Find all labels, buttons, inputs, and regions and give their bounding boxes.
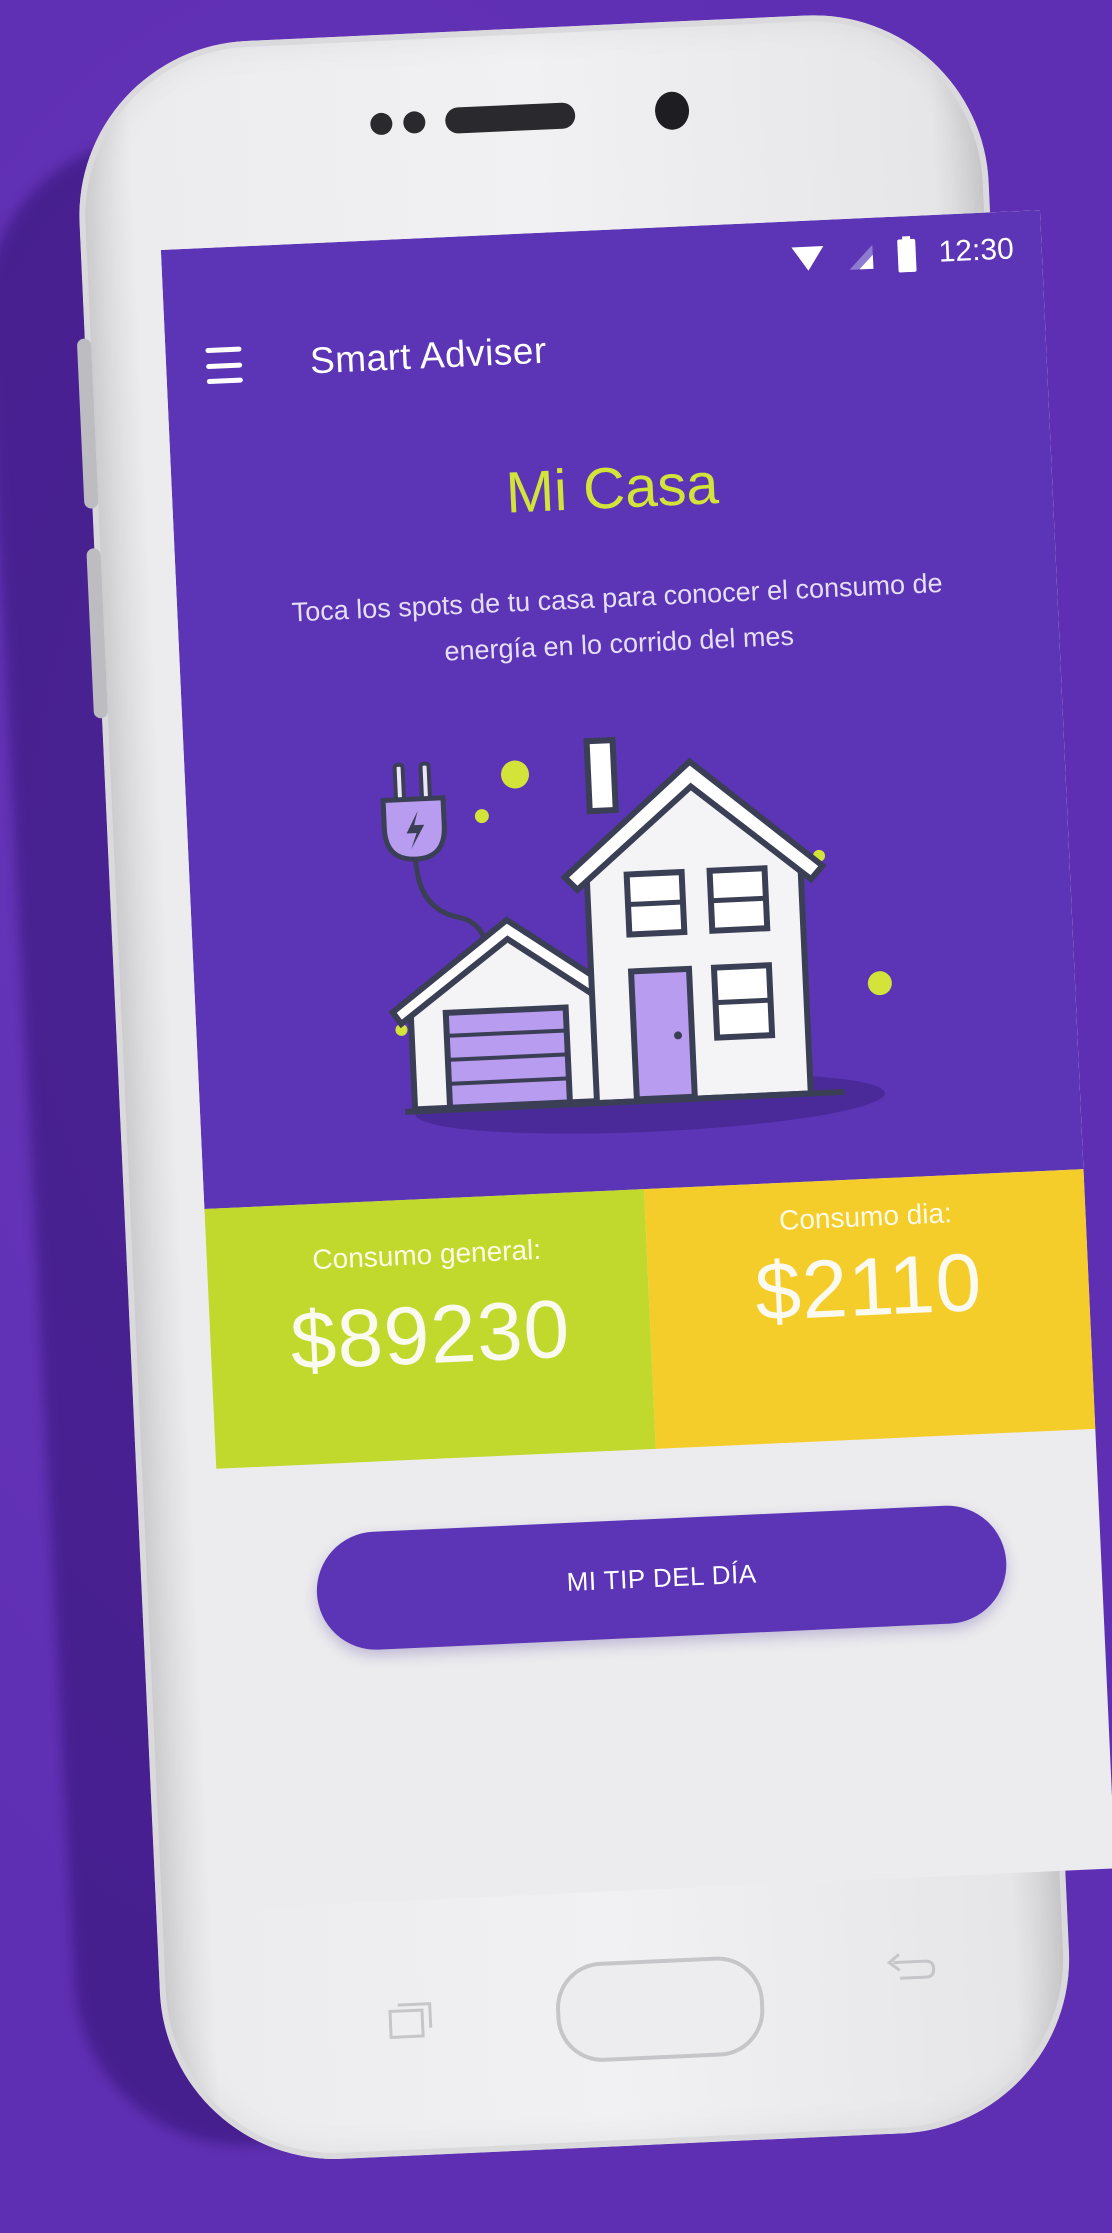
decor-dot <box>474 809 489 824</box>
house-illustration[interactable] <box>357 698 906 1152</box>
phone-screen: 12:30 Smart Adviser Mi Casa Toca los spo… <box>160 210 1112 1909</box>
daily-consumption-value: $2110 <box>753 1236 985 1339</box>
main-house <box>560 736 827 1107</box>
decor-dot <box>501 760 530 789</box>
home-button[interactable] <box>554 1954 767 2064</box>
signal-icon <box>849 244 874 270</box>
app-bar: Smart Adviser <box>205 321 548 396</box>
header-panel: 12:30 Smart Adviser Mi Casa Toca los spo… <box>160 210 1084 1210</box>
sensor-dot <box>369 112 393 136</box>
back-icon[interactable] <box>879 1947 941 1990</box>
recents-icon[interactable] <box>386 1999 438 2041</box>
decor-dot <box>867 971 892 996</box>
consumption-stats: Consumo general: $89230 Consumo dia: $21… <box>204 1169 1096 1469</box>
volume-up-button <box>76 338 99 509</box>
general-consumption-value: $89230 <box>288 1283 573 1388</box>
daily-consumption-card[interactable]: Consumo dia: $2110 <box>643 1169 1096 1449</box>
page-title: Mi Casa <box>504 451 720 526</box>
app-title: Smart Adviser <box>309 329 548 382</box>
page-description: Toca los spots de tu casa para conocer e… <box>291 567 944 667</box>
volume-down-button <box>86 548 109 719</box>
plug-icon <box>380 761 488 942</box>
earpiece-speaker <box>444 102 576 134</box>
status-time: 12:30 <box>937 232 1015 269</box>
sensor-dot <box>402 110 426 134</box>
battery-icon <box>897 236 917 273</box>
wifi-icon <box>791 245 824 271</box>
phone-mockup: 12:30 Smart Adviser Mi Casa Toca los spo… <box>0 0 1112 2233</box>
tip-of-the-day-button[interactable]: MI TIP DEL DÍA <box>314 1503 1009 1653</box>
general-consumption-label: Consumo general: <box>311 1233 542 1276</box>
general-consumption-card[interactable]: Consumo general: $89230 <box>204 1189 656 1469</box>
status-bar: 12:30 <box>790 229 1015 279</box>
phone-body: 12:30 Smart Adviser Mi Casa Toca los spo… <box>71 7 1112 2167</box>
front-camera <box>654 90 690 131</box>
menu-icon[interactable] <box>205 346 243 385</box>
